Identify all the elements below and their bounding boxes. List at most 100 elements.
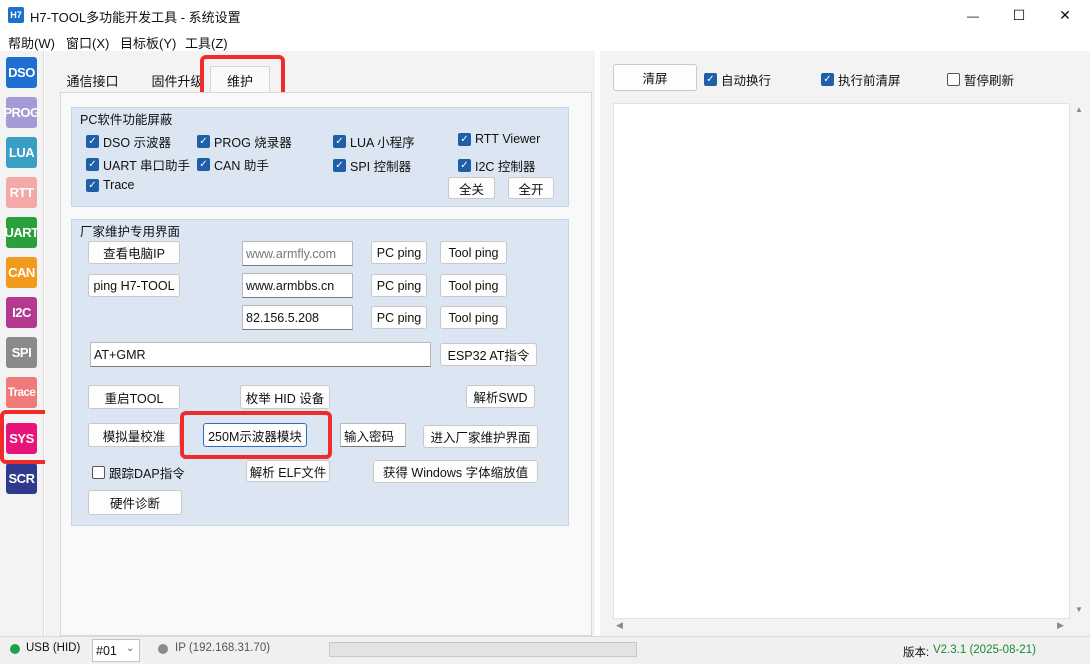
version-text: V2.3.1 (2025-08-21) xyxy=(933,644,1036,656)
device-select[interactable]: #01 ⌄ xyxy=(92,639,140,662)
check-label: PROG 烧录器 xyxy=(214,136,292,150)
hardware-diagnosis-button[interactable]: 硬件诊断 xyxy=(88,490,182,515)
checkbox-checked-icon: ✓ xyxy=(458,159,471,172)
toolbar-uart-button[interactable]: UART xyxy=(4,217,39,248)
ping-h7tool-button[interactable]: ping H7-TOOL xyxy=(88,274,180,297)
checkbox-checked-icon: ✓ xyxy=(333,159,346,172)
check-clear-before-run[interactable]: ✓ 执行前清屏 xyxy=(821,70,901,89)
parse-swd-button[interactable]: 解析SWD xyxy=(466,385,535,408)
log-horizontal-scrollbar[interactable]: ◀ ▶ xyxy=(613,619,1070,634)
usb-status-text: USB (HID) xyxy=(26,642,81,654)
check-label: SPI 控制器 xyxy=(350,160,412,174)
check-spi[interactable]: ✓ SPI 控制器 xyxy=(333,156,411,175)
check-lua[interactable]: ✓ LUA 小程序 xyxy=(333,132,415,151)
parse-elf-button[interactable]: 解析 ELF文件 xyxy=(246,460,330,482)
toolbar-spi-button[interactable]: SPI xyxy=(6,337,37,368)
check-pause-refresh[interactable]: 暂停刷新 xyxy=(947,70,1014,89)
maximize-button[interactable]: ☐ xyxy=(996,0,1042,31)
all-off-button[interactable]: 全关 xyxy=(448,177,495,199)
toolbar-i2c-button[interactable]: I2C xyxy=(6,297,37,328)
close-icon: ✕ xyxy=(1059,7,1071,23)
check-prog[interactable]: ✓ PROG 烧录器 xyxy=(197,132,292,151)
checkbox-checked-icon: ✓ xyxy=(458,132,471,146)
check-trace[interactable]: ✓ Trace xyxy=(86,178,135,192)
at-command-input[interactable]: AT+GMR xyxy=(90,342,431,367)
pc-group-title: PC软件功能屏蔽 xyxy=(80,113,173,127)
tab-label: 通信接口 xyxy=(66,73,119,89)
analog-calibration-button[interactable]: 模拟量校准 xyxy=(88,423,180,447)
check-can[interactable]: ✓ CAN 助手 xyxy=(197,155,269,174)
enum-hid-button[interactable]: 枚举 HID 设备 xyxy=(240,385,330,409)
app-logo-icon: H7 xyxy=(8,7,24,23)
checkbox-checked-icon: ✓ xyxy=(86,135,99,148)
check-auto-wrap[interactable]: ✓ 自动换行 xyxy=(704,70,771,89)
esp32-at-button[interactable]: ESP32 AT指令 xyxy=(440,343,537,366)
minimize-button[interactable]: — xyxy=(950,0,996,31)
scroll-right-icon[interactable]: ▶ xyxy=(1057,620,1064,631)
ip-status-text: IP (192.168.31.70) xyxy=(175,642,271,654)
scroll-down-icon[interactable]: ▼ xyxy=(1075,605,1083,614)
clear-screen-button[interactable]: 清屏 xyxy=(613,64,697,91)
pc-ping-button-2[interactable]: PC ping xyxy=(371,274,427,297)
menu-tools[interactable]: 工具(Z) xyxy=(185,33,228,52)
menu-help[interactable]: 帮助(W) xyxy=(8,33,55,52)
factory-group-title: 厂家维护专用界面 xyxy=(80,225,181,239)
check-trace-dap[interactable]: 跟踪DAP指令 xyxy=(92,463,185,482)
toolbar-scr-button[interactable]: SCR xyxy=(6,463,37,494)
view-pc-ip-button[interactable]: 查看电脑IP xyxy=(88,241,180,264)
minimize-icon: — xyxy=(967,8,979,23)
toolbar-prog-button[interactable]: PROG xyxy=(3,97,40,128)
version-label: 版本: xyxy=(903,647,930,659)
progress-bar xyxy=(329,642,637,657)
log-output[interactable] xyxy=(613,103,1070,619)
window-title: H7-TOOL多功能开发工具 - 系统设置 xyxy=(30,10,241,25)
device-select-value: #01 xyxy=(96,643,117,658)
check-label: RTT Viewer xyxy=(475,132,541,146)
check-rtt[interactable]: ✓ RTT Viewer xyxy=(458,132,540,146)
module-toolbar: DSO PROG LUA RTT UART CAN I2C SPI Trace … xyxy=(0,51,44,636)
check-uart[interactable]: ✓ UART 串口助手 xyxy=(86,155,190,174)
tool-ping-button-1[interactable]: Tool ping xyxy=(440,241,507,264)
close-button[interactable]: ✕ xyxy=(1042,0,1088,31)
tab-comm-interface[interactable]: 通信接口 xyxy=(60,68,125,92)
scroll-left-icon[interactable]: ◀ xyxy=(616,620,623,631)
password-input[interactable]: 输入密码 xyxy=(340,423,406,447)
enter-factory-button[interactable]: 进入厂家维护界面 xyxy=(423,425,538,448)
checkbox-checked-icon: ✓ xyxy=(704,73,717,86)
check-label: LUA 小程序 xyxy=(350,136,415,150)
pc-ping-button-3[interactable]: PC ping xyxy=(371,306,427,329)
tool-ping-button-3[interactable]: Tool ping xyxy=(440,306,507,329)
check-i2c[interactable]: ✓ I2C 控制器 xyxy=(458,156,535,175)
pc-ping-button-1[interactable]: PC ping xyxy=(371,241,427,264)
tab-label: 固件升级 xyxy=(151,73,204,89)
restart-tool-button[interactable]: 重启TOOL xyxy=(88,385,180,409)
tool-ping-button-2[interactable]: Tool ping xyxy=(440,274,507,297)
check-label: 暂停刷新 xyxy=(964,74,1015,88)
check-dso[interactable]: ✓ DSO 示波器 xyxy=(86,132,171,151)
checkbox-checked-icon: ✓ xyxy=(333,135,346,148)
toolbar-rtt-button[interactable]: RTT xyxy=(6,177,37,208)
toolbar-lua-button[interactable]: LUA xyxy=(6,137,37,168)
log-vertical-scrollbar[interactable]: ▲ ▼ xyxy=(1071,103,1088,619)
host-field-1[interactable]: www.armfly.com xyxy=(242,241,353,266)
menu-target-board[interactable]: 目标板(Y) xyxy=(120,33,176,52)
menu-bar: 帮助(W) 窗口(X) 目标板(Y) 工具(Z) xyxy=(0,31,1090,51)
toolbar-trace-button[interactable]: Trace xyxy=(6,377,37,408)
checkbox-unchecked-icon xyxy=(92,466,105,479)
check-label: 跟踪DAP指令 xyxy=(109,467,185,481)
check-label: CAN 助手 xyxy=(214,159,269,173)
status-bar: USB (HID) #01 ⌄ IP (192.168.31.70) 版本: V… xyxy=(0,636,1090,664)
host-field-3[interactable]: 82.156.5.208 xyxy=(242,305,353,330)
checkbox-unchecked-icon xyxy=(947,73,960,86)
toolbar-dso-button[interactable]: DSO xyxy=(6,57,37,88)
toolbar-can-button[interactable]: CAN xyxy=(6,257,37,288)
check-label: 自动换行 xyxy=(721,74,772,88)
menu-window[interactable]: 窗口(X) xyxy=(66,33,109,52)
ip-status-icon xyxy=(158,644,168,654)
checkbox-checked-icon: ✓ xyxy=(821,73,834,86)
windows-font-scale-button[interactable]: 获得 Windows 字体缩放值 xyxy=(373,460,538,483)
all-on-button[interactable]: 全开 xyxy=(508,177,554,199)
scroll-up-icon[interactable]: ▲ xyxy=(1075,105,1083,114)
host-field-2[interactable]: www.armbbs.cn xyxy=(242,273,353,298)
scope-module-highlight-frame xyxy=(180,411,332,459)
